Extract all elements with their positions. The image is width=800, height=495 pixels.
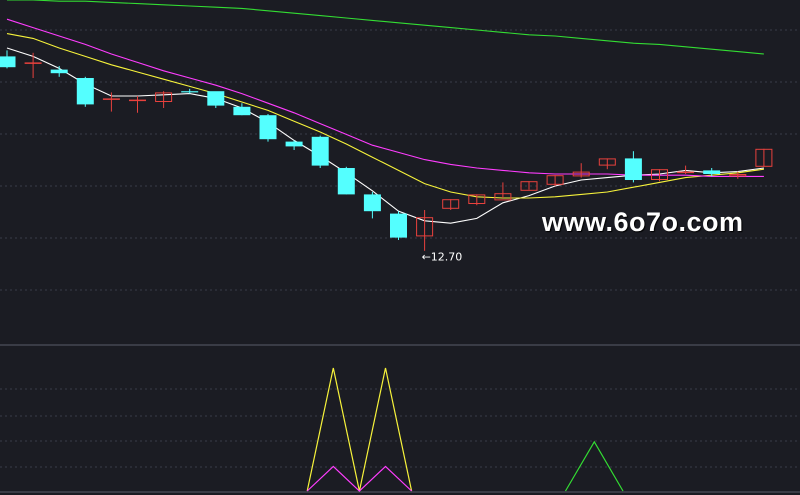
candle-body (76, 78, 94, 105)
candle-body (677, 171, 695, 174)
candle-body (624, 158, 642, 180)
ma20-line (6, 18, 764, 177)
candle-body (363, 194, 381, 212)
candle-up (129, 96, 146, 113)
candle-down (0, 50, 16, 69)
candle-down (311, 135, 329, 168)
candle-up (572, 163, 590, 178)
candle-body (390, 213, 407, 238)
candle-down (624, 151, 642, 183)
candle-up (598, 158, 616, 170)
candle-up (729, 171, 747, 179)
candle-body (337, 168, 355, 195)
candle-down (259, 114, 277, 142)
candle-up (155, 91, 173, 108)
candle-body (285, 141, 303, 147)
stock-chart: ←12.70 (0, 0, 800, 493)
candle-up (520, 181, 538, 191)
candle-down (390, 211, 407, 240)
candle-up (755, 148, 773, 167)
candle-body (102, 98, 120, 100)
ma60-line (7, 0, 764, 55)
candle-body (50, 69, 68, 74)
ma10-line (6, 33, 764, 199)
candle-body (181, 91, 199, 93)
candle-body (233, 106, 251, 116)
candle-body (259, 115, 277, 140)
candle-up (442, 199, 460, 210)
candle-body (207, 91, 225, 106)
watermark-text: www.6o7o.com (542, 207, 744, 237)
candle-down (50, 66, 68, 77)
candle-body (129, 99, 146, 102)
low-price-label: ←12.70 (422, 250, 463, 263)
candle-down (363, 192, 381, 219)
ma5-line (6, 47, 764, 224)
sub-indicator-panel (306, 367, 624, 492)
candle-up (24, 52, 42, 78)
candle-body (24, 62, 42, 64)
candle-up (416, 210, 434, 251)
candle-down (337, 166, 355, 195)
candle-down (76, 76, 94, 107)
candle-down (285, 140, 303, 150)
candle-down (181, 88, 199, 94)
green-indicator-line (564, 440, 624, 492)
grid-lines (0, 29, 800, 493)
candle-up (102, 92, 120, 112)
candle-up (677, 165, 695, 174)
candle-body (311, 136, 329, 166)
moving-average-lines (6, 0, 764, 224)
candle-body (703, 170, 721, 174)
candle-down (207, 91, 225, 108)
yellow-indicator-line (306, 367, 413, 492)
candle-body (0, 56, 16, 68)
candle-down (233, 103, 251, 116)
candle-up (546, 175, 564, 186)
magenta-indicator-line (306, 465, 413, 492)
